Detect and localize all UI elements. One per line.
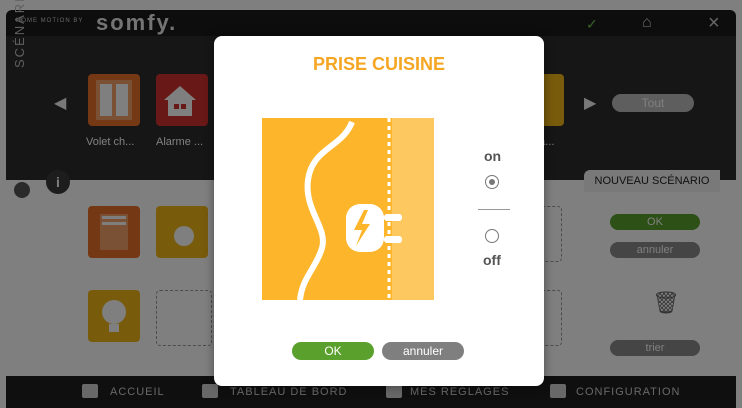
radio-on[interactable] [485, 175, 499, 189]
dialog-title: PRISE CUISINE [312, 54, 446, 74]
divider [478, 209, 510, 210]
radio-selected-dot [488, 178, 495, 185]
device-dialog: PRISE CUISINE on off OK annuler [214, 36, 544, 386]
ok-button[interactable]: OK [292, 342, 374, 360]
annuler-button[interactable]: annuler [382, 342, 464, 360]
option-on-label: on [484, 148, 502, 164]
radio-off[interactable] [485, 229, 499, 243]
screen: HOME MOTION BY somfy. ✓ ⌂ × SCÉNARIOS ◀ … [0, 0, 742, 408]
option-off-label: off [483, 252, 501, 268]
plug-icon [262, 118, 434, 300]
